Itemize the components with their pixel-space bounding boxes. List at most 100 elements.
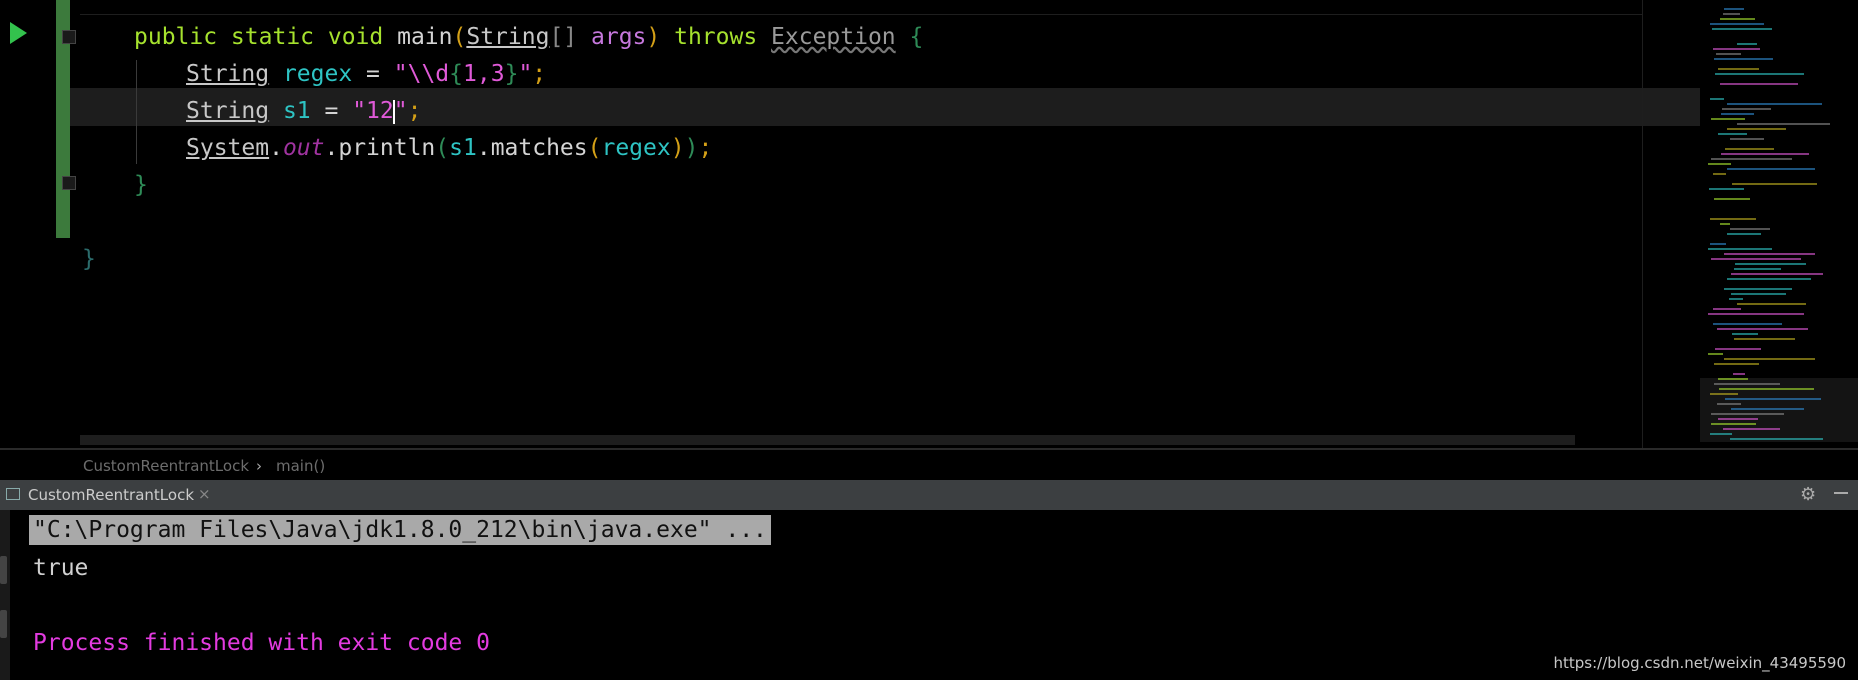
gear-icon[interactable]: ⚙ (1800, 484, 1816, 505)
run-icon[interactable] (10, 22, 27, 44)
watermark: https://blog.csdn.net/weixin_43495590 (1553, 654, 1846, 672)
breadcrumb: CustomReentrantLock › main() (0, 448, 1858, 480)
minimap-line (1710, 218, 1756, 220)
minimap-line (1727, 103, 1822, 105)
minimap-line (1722, 108, 1771, 110)
minimap-line (1713, 323, 1782, 325)
minimap-line (1714, 363, 1759, 365)
minimap-line (1713, 308, 1741, 310)
close-icon[interactable]: × (198, 485, 211, 503)
minimap-line (1710, 393, 1738, 395)
minimap-line (1727, 233, 1761, 235)
minimap-line (1713, 173, 1726, 175)
minimap-line (1727, 168, 1815, 170)
separator (80, 14, 1642, 15)
minimap-line (1713, 48, 1760, 50)
console-exit-message: Process finished with exit code 0 (33, 630, 490, 656)
minimap-line (1727, 278, 1811, 280)
minimap-line (1718, 68, 1759, 70)
minimap-line (1721, 113, 1754, 115)
minimap-line (1724, 8, 1744, 10)
minimap-line (1718, 378, 1748, 380)
minimap-line (1708, 313, 1804, 315)
code-line-2: String regex = "\\d{1,3}"; (186, 61, 547, 87)
chevron-right-icon: › (256, 457, 262, 475)
fold-icon[interactable] (62, 176, 76, 190)
minimap-line (1716, 53, 1741, 55)
minimap-line (1729, 298, 1743, 300)
code-line-5: } (134, 172, 148, 198)
minimap-line (1714, 383, 1780, 385)
minimap-line (1708, 353, 1723, 355)
minimap-line (1711, 118, 1745, 120)
minimap[interactable] (1700, 0, 1858, 448)
minimap-line (1710, 433, 1732, 435)
minimap-line (1732, 333, 1758, 335)
minimap-line (1737, 303, 1806, 305)
minimap-line (1718, 133, 1747, 135)
minimap-line (1712, 28, 1772, 30)
run-tab-label[interactable]: CustomReentrantLock (28, 486, 194, 504)
run-tool-header: CustomReentrantLock × ⚙ (0, 480, 1858, 510)
minimap-line (1733, 373, 1745, 375)
minimap-line (1710, 23, 1764, 25)
breadcrumb-class[interactable]: CustomReentrantLock (83, 457, 249, 475)
fold-icon[interactable] (62, 30, 76, 44)
minimap-line (1720, 223, 1730, 225)
code-line-3: String s1 = "12"; (186, 98, 422, 124)
console-output[interactable]: "C:\Program Files\Java\jdk1.8.0_212\bin\… (0, 510, 1858, 680)
minimap-line (1714, 58, 1773, 60)
minimap-line (1730, 228, 1770, 230)
minimap-line (1710, 98, 1724, 100)
console-icon (6, 488, 20, 500)
code-line-4: System.out.println(s1.matches(regex)); (186, 135, 713, 161)
minimap-line (1710, 243, 1726, 245)
minimap-line (1731, 273, 1823, 275)
minimap-line (1731, 408, 1804, 410)
minimap-line (1708, 163, 1731, 165)
minimap-line (1735, 263, 1806, 265)
right-margin (1642, 0, 1643, 448)
console-output-line: true (33, 555, 89, 581)
minimap-line (1720, 83, 1798, 85)
minimap-line (1724, 288, 1792, 290)
minimap-line (1708, 248, 1772, 250)
minimize-icon[interactable] (1834, 492, 1848, 494)
minimap-line (1723, 13, 1740, 15)
minimap-line (1724, 358, 1815, 360)
minimap-line (1734, 268, 1781, 270)
minimap-line (1727, 128, 1786, 130)
minimap-line (1718, 418, 1758, 420)
minimap-line (1711, 258, 1801, 260)
minimap-line (1711, 158, 1792, 160)
minimap-line (1719, 388, 1814, 390)
minimap-line (1724, 253, 1815, 255)
minimap-line (1730, 438, 1823, 440)
code-line-1: public static void main(String[] args) t… (134, 24, 924, 50)
minimap-line (1721, 153, 1809, 155)
minimap-line (1725, 398, 1821, 400)
console-toolbar (0, 510, 10, 680)
minimap-line (1734, 338, 1795, 340)
minimap-line (1737, 43, 1757, 45)
minimap-line (1730, 138, 1764, 140)
minimap-line (1714, 198, 1750, 200)
minimap-line (1711, 423, 1756, 425)
minimap-line (1709, 188, 1744, 190)
minimap-line (1715, 73, 1804, 75)
minimap-line (1737, 123, 1830, 125)
minimap-line (1720, 18, 1755, 20)
minimap-line (1731, 293, 1786, 295)
minimap-line (1711, 413, 1784, 415)
code-line-6: } (82, 246, 96, 272)
indent-guide (136, 60, 137, 164)
toolbar-button[interactable] (0, 556, 7, 584)
minimap-line (1725, 148, 1774, 150)
breadcrumb-method[interactable]: main() (276, 457, 325, 475)
horizontal-scrollbar[interactable] (80, 435, 1575, 445)
minimap-line (1717, 328, 1808, 330)
minimap-line (1723, 428, 1780, 430)
minimap-line (1715, 348, 1761, 350)
code-editor[interactable]: public static void main(String[] args) t… (0, 0, 1858, 448)
toolbar-button[interactable] (0, 610, 7, 638)
